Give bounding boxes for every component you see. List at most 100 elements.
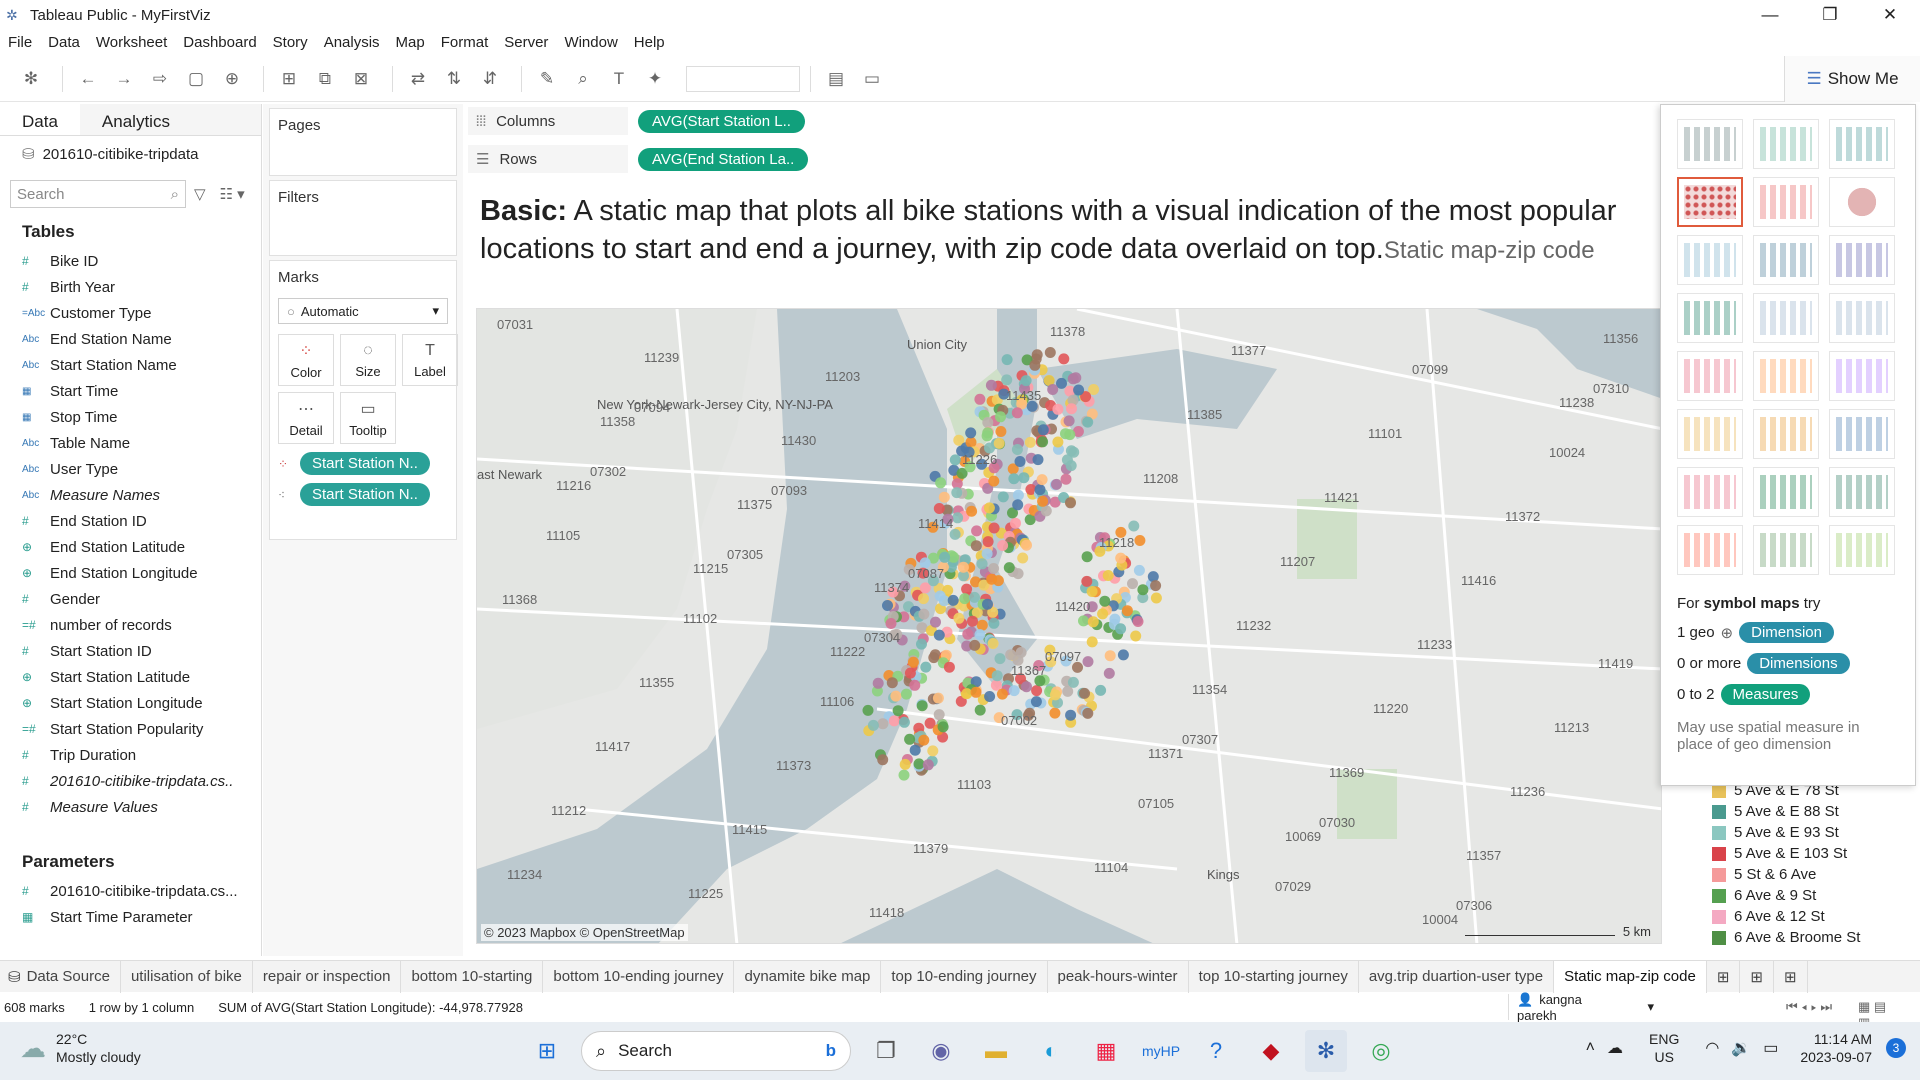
menu-dashboard[interactable]: Dashboard xyxy=(183,34,256,51)
field-item[interactable]: ▦ Stop Time xyxy=(0,404,261,430)
color-button[interactable]: ⁘ Color xyxy=(278,334,334,386)
field-item[interactable]: Abc End Station Name xyxy=(0,326,261,352)
chart-type-option[interactable] xyxy=(1677,525,1743,575)
fit-dropdown[interactable] xyxy=(686,65,800,92)
chart-type-option[interactable] xyxy=(1677,119,1743,169)
pin-icon[interactable]: ✦ xyxy=(640,64,670,94)
chart-type-option[interactable] xyxy=(1677,351,1743,401)
new-dashboard-tab-icon[interactable]: ⊞ xyxy=(1740,960,1774,993)
mark-pill-color[interactable]: Start Station N.. xyxy=(300,452,430,475)
field-item[interactable]: =Abc Customer Type xyxy=(0,300,261,326)
tab-data[interactable]: Data xyxy=(0,104,80,135)
columns-pill[interactable]: AVG(Start Station L.. xyxy=(638,109,805,133)
add-datasource-icon[interactable]: ⊕ xyxy=(217,64,247,94)
chart-type-option[interactable] xyxy=(1829,525,1895,575)
field-item[interactable]: =# number of records xyxy=(0,612,261,638)
taskbar-search[interactable]: ⌕ Search b xyxy=(581,1031,851,1071)
hp-icon[interactable]: myHP xyxy=(1140,1030,1182,1072)
mark-type-dropdown[interactable]: ○ Automatic ▾ xyxy=(278,298,448,324)
field-item[interactable]: ⊕ Start Station Longitude xyxy=(0,690,261,716)
menu-file[interactable]: File xyxy=(8,34,32,51)
field-item[interactable]: # End Station ID xyxy=(0,508,261,534)
legend-item[interactable]: 5 St & 6 Ave xyxy=(1712,864,1908,885)
teams-icon[interactable]: ◉ xyxy=(920,1030,962,1072)
sheet-tab[interactable]: utilisation of bike xyxy=(121,960,253,993)
legend-item[interactable]: 6 Ave & 12 St xyxy=(1712,906,1908,927)
field-item[interactable]: # Trip Duration xyxy=(0,742,261,768)
view-title[interactable]: Basic: A static map that plots all bike … xyxy=(468,182,1688,270)
restore-button[interactable]: ❐ xyxy=(1800,0,1860,30)
store-icon[interactable]: ▦ xyxy=(1085,1030,1127,1072)
save-icon[interactable]: ▢ xyxy=(181,64,211,94)
field-item[interactable]: ⊕ Start Station Latitude xyxy=(0,664,261,690)
user-menu[interactable]: 👤 kangna parekh ▾ xyxy=(1508,992,1688,1023)
parameter-item[interactable]: #201610-citibike-tripdata.cs... xyxy=(0,878,261,904)
sheet-tab[interactable]: avg.trip duartion-user type xyxy=(1359,960,1555,993)
menu-window[interactable]: Window xyxy=(564,34,617,51)
chart-type-option[interactable] xyxy=(1753,409,1819,459)
presentation-mode-icon[interactable]: ▭ xyxy=(857,64,887,94)
sheet-tab[interactable]: top 10-ending journey xyxy=(881,960,1048,993)
windows-start-icon[interactable]: ⊞ xyxy=(526,1030,568,1072)
chart-type-option[interactable] xyxy=(1829,235,1895,285)
chrome-icon[interactable]: ◎ xyxy=(1360,1030,1402,1072)
sheet-tab[interactable]: dynamite bike map xyxy=(734,960,882,993)
onedrive-icon[interactable]: ☁ xyxy=(1607,1038,1623,1058)
minimize-button[interactable]: — xyxy=(1740,0,1800,30)
chart-type-option[interactable] xyxy=(1753,235,1819,285)
detail-button[interactable]: ⋯ Detail xyxy=(278,392,334,444)
chart-type-option[interactable] xyxy=(1753,293,1819,343)
chevron-up-icon[interactable]: ˄ xyxy=(1586,1039,1595,1057)
show-me-button[interactable]: ☰ Show Me xyxy=(1784,56,1920,102)
chart-type-option[interactable] xyxy=(1753,119,1819,169)
chart-type-option[interactable] xyxy=(1829,409,1895,459)
map-canvas[interactable]: Union City New York-Newark-Jersey City, N… xyxy=(477,309,1662,944)
tableau-taskbar-icon[interactable]: ✻ xyxy=(1305,1030,1347,1072)
field-item[interactable]: # Start Station ID xyxy=(0,638,261,664)
highlight-icon[interactable]: ✎ xyxy=(532,64,562,94)
weather-widget[interactable]: ☁ 22°C Mostly cloudy xyxy=(20,1030,141,1066)
clear-sheet-icon[interactable]: ⊠ xyxy=(346,64,376,94)
field-item[interactable]: ▦ Start Time xyxy=(0,378,261,404)
pages-card[interactable]: Pages xyxy=(269,108,457,176)
map[interactable]: Union City New York-Newark-Jersey City, N… xyxy=(476,308,1662,944)
sheet-tab[interactable]: bottom 10-starting xyxy=(401,960,544,993)
volume-icon[interactable]: 🔉 xyxy=(1731,1038,1751,1058)
labels-icon[interactable]: T xyxy=(604,64,634,94)
chart-type-option[interactable] xyxy=(1753,525,1819,575)
sheet-tab[interactable]: bottom 10-ending journey xyxy=(543,960,735,993)
group-icon[interactable]: ⌕ xyxy=(568,64,598,94)
chart-type-option[interactable] xyxy=(1829,293,1895,343)
sheet-tab[interactable]: peak-hours-winter xyxy=(1048,960,1189,993)
notification-badge[interactable]: 3 xyxy=(1886,1038,1906,1058)
wifi-icon[interactable]: ◠ xyxy=(1705,1038,1719,1058)
tab-analytics[interactable]: Analytics xyxy=(79,104,261,135)
chart-type-option[interactable] xyxy=(1753,351,1819,401)
menu-analysis[interactable]: Analysis xyxy=(324,34,380,51)
menu-format[interactable]: Format xyxy=(441,34,489,51)
field-item[interactable]: Abc Measure Names xyxy=(0,482,261,508)
legend-item[interactable]: 6 Ave & 9 St xyxy=(1712,885,1908,906)
field-item[interactable]: #201610-citibike-tripdata.cs.. xyxy=(0,768,261,794)
data-source[interactable]: ⛁ 201610-citibike-tripdata xyxy=(0,136,261,172)
filters-card[interactable]: Filters xyxy=(269,180,457,256)
field-item[interactable]: # Gender xyxy=(0,586,261,612)
filter-icon[interactable]: ▽ xyxy=(194,185,206,203)
columns-shelf[interactable]: ⦙⦙⦙ Columns AVG(Start Station L.. xyxy=(468,106,1680,136)
mcafee-icon[interactable]: ◆ xyxy=(1250,1030,1292,1072)
parameter-item[interactable]: ▦ Start Time Parameter xyxy=(0,904,261,930)
rows-pill[interactable]: AVG(End Station La.. xyxy=(638,147,809,171)
new-worksheet-icon[interactable]: ⊞ xyxy=(274,64,304,94)
field-item[interactable]: ⊕ End Station Longitude xyxy=(0,560,261,586)
field-search-input[interactable]: Search ⌕ xyxy=(10,180,186,208)
chart-type-option[interactable] xyxy=(1677,293,1743,343)
edge-icon[interactable]: ◐ xyxy=(1030,1030,1072,1072)
field-item[interactable]: # Bike ID xyxy=(0,248,261,274)
field-item[interactable]: # Measure Values xyxy=(0,794,261,820)
undo-icon[interactable]: ← xyxy=(73,64,103,94)
field-item[interactable]: Abc Table Name xyxy=(0,430,261,456)
view-options-icon[interactable]: ☷ ▾ xyxy=(220,185,245,203)
swap-rows-columns-icon[interactable]: ⇄ xyxy=(403,64,433,94)
sheet-tab[interactable]: Static map-zip code xyxy=(1554,960,1707,993)
tableau-logo-icon[interactable]: ✻ xyxy=(16,64,46,94)
